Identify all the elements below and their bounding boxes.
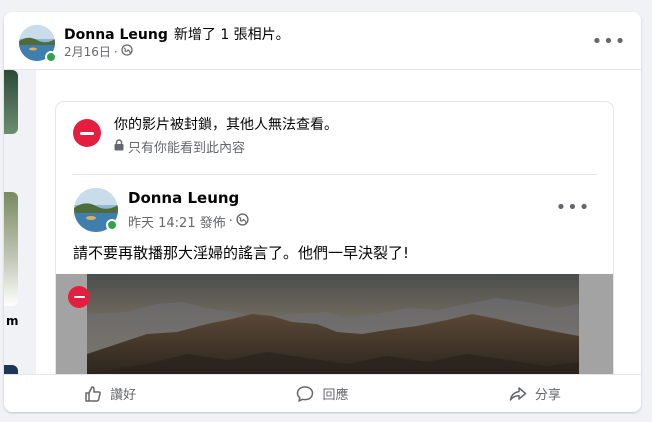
feed-label: m bbox=[6, 314, 19, 328]
globe-icon bbox=[236, 213, 249, 230]
post-time[interactable]: 昨天 14:21 發佈 bbox=[128, 212, 226, 231]
post-more-button[interactable]: ••• bbox=[591, 23, 627, 59]
blocked-notice-title: 你的影片被封鎖，其他人無法查看。 bbox=[114, 117, 338, 133]
more-horizontal-icon: ••• bbox=[591, 30, 627, 52]
comment-button[interactable]: 回應 bbox=[216, 375, 428, 412]
online-status-dot bbox=[45, 51, 57, 63]
left-feed-strip: m bbox=[4, 70, 36, 390]
meta-separator: · bbox=[228, 214, 233, 229]
feed-thumbnail[interactable] bbox=[4, 70, 18, 134]
thumbs-up-icon bbox=[84, 385, 102, 403]
like-button[interactable]: 讚好 bbox=[4, 375, 216, 412]
post-action-text: 新增了 1 張相片。 bbox=[173, 27, 290, 43]
blocked-icon bbox=[73, 119, 101, 147]
author-name[interactable]: Donna Leung bbox=[128, 189, 239, 207]
post-action-bar: 讚好 回應 分享 bbox=[4, 374, 641, 412]
online-status-dot bbox=[106, 219, 118, 231]
like-label: 讚好 bbox=[110, 388, 137, 403]
comment-icon bbox=[296, 385, 314, 403]
shared-post-more-button[interactable]: ••• bbox=[555, 189, 591, 225]
share-label: 分享 bbox=[534, 388, 561, 403]
share-icon bbox=[509, 385, 527, 403]
post-text: 請不要再散播那大淫婦的謠言了。他們一早決裂了! bbox=[73, 244, 410, 262]
post-meta: 2月16日 · bbox=[64, 43, 133, 60]
author-name[interactable]: Donna Leung bbox=[64, 27, 168, 43]
blocked-notice-subtitle: 只有你能看到此內容 bbox=[128, 141, 246, 156]
blocked-notice: 你的影片被封鎖，其他人無法查看。 只有你能看到此內容 bbox=[56, 102, 613, 174]
comment-label: 回應 bbox=[322, 388, 349, 403]
post-date[interactable]: 2月16日 bbox=[64, 43, 111, 60]
globe-icon bbox=[121, 44, 133, 59]
post-meta: 昨天 14:21 發佈 · bbox=[128, 212, 249, 231]
feed-thumbnail[interactable] bbox=[4, 192, 18, 306]
blocked-icon bbox=[68, 286, 90, 308]
post-header: Donna Leung 新增了 1 張相片。 2月16日 · ••• bbox=[4, 12, 641, 70]
more-horizontal-icon: ••• bbox=[555, 196, 591, 218]
divider bbox=[72, 174, 597, 175]
lock-icon bbox=[114, 138, 124, 155]
share-button[interactable]: 分享 bbox=[429, 375, 641, 412]
shared-post-card: 你的影片被封鎖，其他人無法查看。 只有你能看到此內容 Donna Leung 昨… bbox=[56, 102, 613, 392]
meta-separator: · bbox=[113, 44, 118, 59]
post-card: Donna Leung 新增了 1 張相片。 2月16日 · ••• m 你的影… bbox=[4, 12, 641, 412]
